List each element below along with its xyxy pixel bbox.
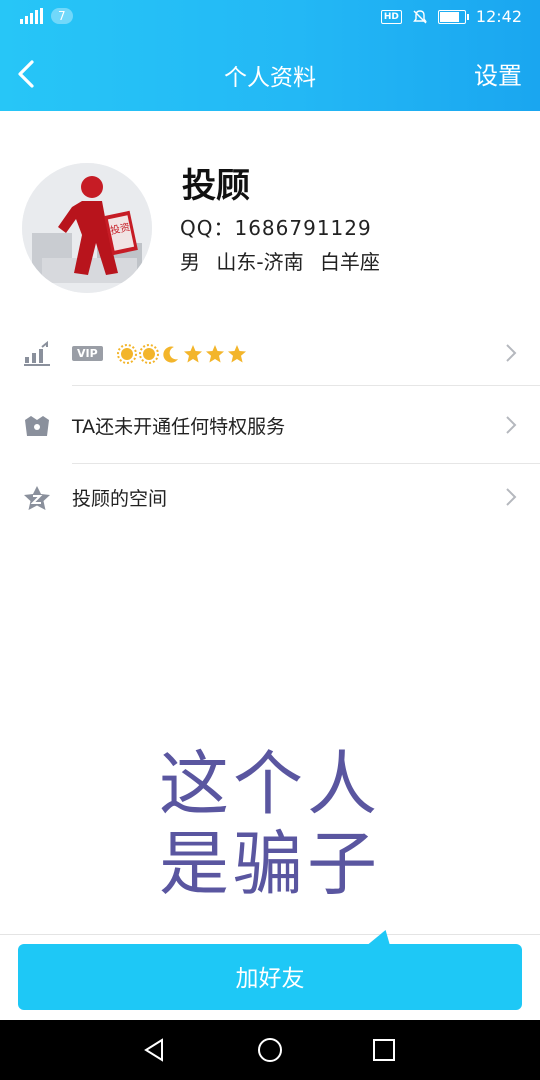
battery-icon — [437, 9, 469, 24]
chevron-right-icon — [506, 488, 517, 506]
profile-name: 投顾 — [182, 166, 250, 206]
divider — [72, 385, 540, 386]
nav-bar: 个人资料 设置 — [0, 38, 540, 111]
row-privileges[interactable]: TA还未开通任何特权服务 — [0, 390, 540, 462]
page-title: 个人资料 — [224, 65, 316, 91]
profile-zodiac: 白羊座 — [319, 250, 380, 274]
profile-gender: 男 — [180, 250, 200, 274]
qzone-label: 投顾的空间 — [72, 488, 168, 510]
sun-icon — [138, 343, 159, 364]
privileges-label: TA还未开通任何特权服务 — [72, 416, 286, 438]
bell-off-icon — [412, 9, 427, 23]
back-triangle-icon[interactable] — [142, 1037, 166, 1063]
profile-info: 男 山东-济南 白羊座 — [180, 246, 390, 275]
vip-badge: VIP — [72, 346, 103, 361]
avatar[interactable]: 投资 — [22, 163, 152, 293]
divider — [0, 934, 540, 935]
chevron-right-icon — [506, 416, 517, 434]
overlay-text-line2: 是骗子 — [159, 823, 381, 905]
signal-icon — [20, 8, 43, 24]
system-nav-bar — [0, 1020, 540, 1080]
avatar-image: 投资 — [22, 163, 152, 293]
star-icon — [205, 344, 224, 362]
chevron-right-icon — [506, 344, 517, 362]
status-bar: 7 HD 12:42 — [0, 0, 540, 38]
notification-count: 7 — [51, 8, 73, 24]
space-star-icon — [24, 486, 50, 510]
sun-icon — [116, 343, 137, 364]
header: 7 HD 12:42 个人资料 设置 — [0, 0, 540, 111]
settings-button[interactable]: 设置 — [474, 56, 522, 91]
home-circle-icon[interactable] — [257, 1037, 283, 1063]
moon-icon — [163, 346, 178, 363]
hd-icon: HD — [380, 9, 402, 24]
profile-location: 山东-济南 — [216, 250, 304, 274]
profile-qq-number: QQ：1686791129 — [180, 216, 372, 240]
recents-square-icon[interactable] — [372, 1037, 396, 1063]
clock: 12:42 — [475, 7, 522, 26]
star-icon — [183, 344, 202, 362]
level-chart-icon — [24, 340, 50, 366]
crown-icon — [25, 416, 49, 436]
row-qzone[interactable]: 投顾的空间 — [0, 462, 540, 534]
star-icon — [227, 344, 246, 362]
add-friend-button[interactable]: 加好友 — [18, 944, 522, 1010]
row-vip-level[interactable]: VIP — [0, 318, 540, 390]
